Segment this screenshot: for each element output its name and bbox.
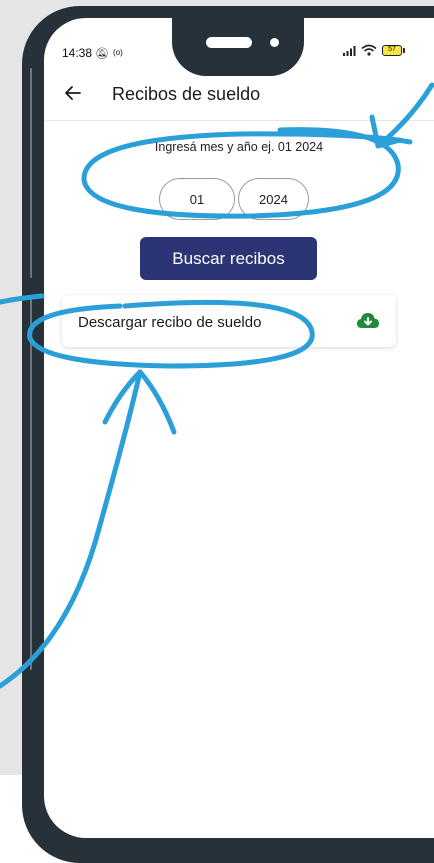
status-bar-right: 57	[342, 44, 405, 56]
speaker-pill	[206, 37, 252, 48]
signal-icon	[343, 45, 356, 56]
month-input[interactable]: 01	[159, 178, 235, 220]
phone-side-line-top	[30, 68, 32, 278]
camera-notch	[172, 6, 304, 76]
battery-icon: 57	[382, 44, 405, 56]
hotspot-icon: (o)	[113, 48, 123, 57]
receipt-label: Descargar recibo de sueldo	[78, 314, 262, 331]
receipt-download-card[interactable]: Descargar recibo de sueldo	[62, 295, 396, 347]
search-receipts-button[interactable]: Buscar recibos	[140, 237, 317, 280]
status-bar-left: 14:38 🔕︎ (o)	[62, 46, 123, 60]
cloud-download-icon[interactable]	[356, 311, 380, 331]
status-time: 14:38	[62, 46, 93, 60]
date-hint: Ingresá mes y año ej. 01 2024	[154, 140, 324, 154]
battery-level: 57	[388, 45, 396, 53]
mute-bell-icon: 🔕︎	[95, 48, 109, 60]
phone-side-line-bottom	[30, 298, 32, 670]
back-arrow-icon[interactable]	[62, 82, 84, 104]
page-title: Recibos de sueldo	[112, 84, 261, 104]
wifi-icon	[361, 44, 377, 56]
year-input[interactable]: 2024	[238, 178, 309, 220]
camera-dot	[270, 38, 279, 47]
